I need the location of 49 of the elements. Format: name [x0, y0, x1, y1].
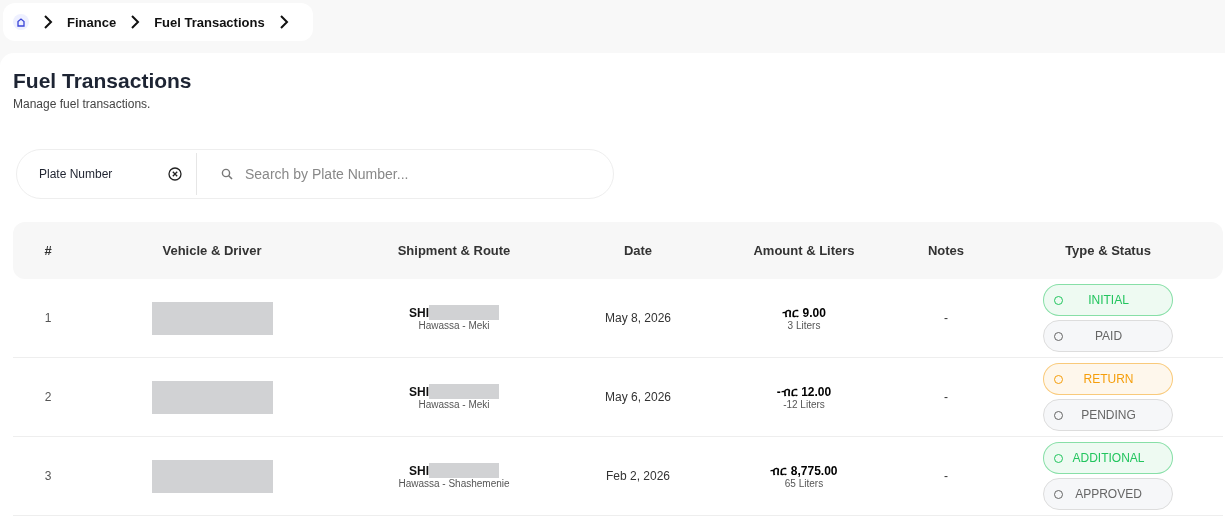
chevron-right-icon: [278, 15, 289, 29]
redacted-block: [429, 384, 499, 399]
row-number: 2: [44, 390, 52, 404]
row-number: 3: [44, 469, 52, 483]
column-header[interactable]: Notes: [927, 243, 965, 258]
notes-cell: -: [944, 469, 948, 483]
notes-cell: -: [944, 390, 948, 404]
amount-text: ብር 9.00: [782, 305, 826, 320]
shipment-id: SHI: [409, 384, 429, 399]
chevron-right-icon: [130, 15, 141, 29]
notes-cell: -: [944, 311, 948, 325]
breadcrumb-link[interactable]: Fuel Transactions: [154, 14, 265, 30]
route-text: Hawassa - Meki: [418, 320, 490, 331]
column-header[interactable]: #: [44, 243, 52, 258]
column-header[interactable]: Type & Status: [1065, 243, 1151, 258]
amount-text: ብር 8,775.00: [770, 463, 838, 478]
status-badge: PENDING: [1043, 399, 1173, 431]
column-header[interactable]: Vehicle & Driver: [162, 243, 262, 258]
column-header[interactable]: Amount & Liters: [753, 243, 855, 258]
home-icon[interactable]: [13, 14, 29, 30]
type-badge: RETURN: [1043, 363, 1173, 395]
column-header[interactable]: Date: [623, 243, 653, 258]
type-badge: INITIAL: [1043, 284, 1173, 316]
column-header[interactable]: Shipment & Route: [397, 243, 511, 258]
search-field[interactable]: Search by Plate Number...: [243, 165, 567, 183]
route-text: Hawassa - Shashemenie: [398, 478, 510, 489]
liters-text: -12 Liters: [783, 398, 825, 410]
chevron-right-icon: [43, 15, 53, 29]
page-subtitle: Manage fuel transactions.: [13, 97, 152, 111]
amount-text: -ብር 12.00: [776, 384, 832, 399]
type-badge: ADDITIONAL: [1043, 442, 1173, 474]
search-icon: [221, 168, 233, 180]
status-badge: PAID: [1043, 320, 1173, 352]
date-cell: Feb 2, 2026: [605, 469, 671, 483]
shipment-id: SHI: [409, 463, 429, 478]
route-text: Hawassa - Meki: [418, 399, 490, 410]
shipment-id: SHI: [409, 305, 429, 320]
redacted-block: [429, 463, 499, 478]
row-number: 1: [44, 311, 52, 325]
status-badge: APPROVED: [1043, 478, 1173, 510]
redacted-block: [429, 305, 499, 320]
liters-text: 65 Liters: [784, 477, 824, 489]
clear-icon[interactable]: [168, 167, 182, 181]
date-cell: May 8, 2026: [604, 311, 671, 325]
date-cell: May 6, 2026: [604, 390, 671, 404]
filter-field-selector[interactable]: Plate Number: [17, 153, 197, 195]
page-title: Fuel Transactions: [13, 69, 193, 93]
liters-text: 3 Liters: [787, 319, 821, 331]
breadcrumb-link[interactable]: Finance: [67, 14, 117, 30]
